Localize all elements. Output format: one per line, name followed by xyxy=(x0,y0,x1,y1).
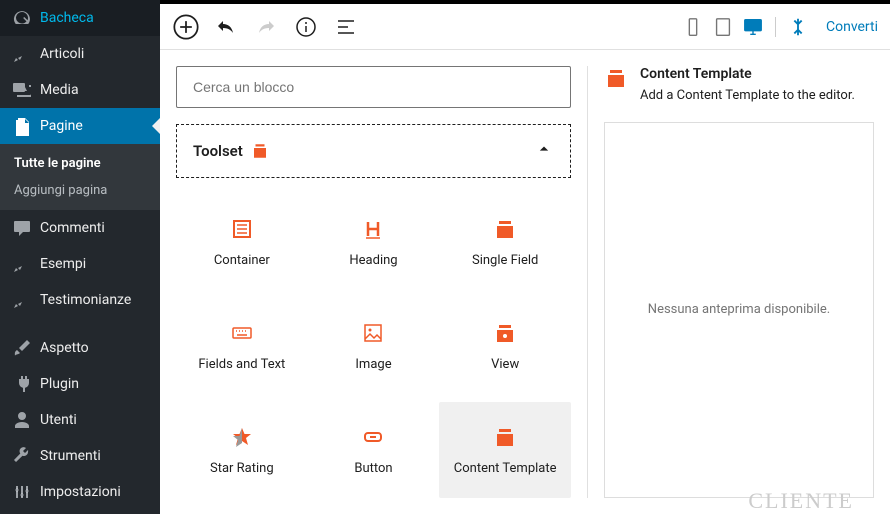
sidebar-label: Articoli xyxy=(40,46,84,62)
container-icon xyxy=(230,217,254,241)
tablet-view-button[interactable] xyxy=(709,13,737,41)
sidebar-label: Esempi xyxy=(40,256,86,272)
editor-toolbar: Converti xyxy=(160,4,890,50)
sidebar-item-posts[interactable]: Articoli xyxy=(0,36,160,72)
info-button[interactable] xyxy=(288,9,324,45)
content-template-icon xyxy=(604,66,628,106)
block-detail-description: Add a Content Template to the editor. xyxy=(640,86,855,106)
sidebar-label: Aspetto xyxy=(40,340,89,356)
blocks-grid: Container Heading Single Field Fields an… xyxy=(176,194,571,498)
pin-icon xyxy=(12,290,32,310)
chevron-up-icon xyxy=(534,139,554,163)
sidebar-label: Pagine xyxy=(40,118,83,134)
sidebar-item-comments[interactable]: Commenti xyxy=(0,210,160,246)
single-field-icon xyxy=(493,217,517,241)
sliders-icon xyxy=(12,482,32,502)
admin-sidebar: Bacheca Articoli Media Pagine Tutte le p… xyxy=(0,0,160,514)
vertical-divider xyxy=(587,66,588,498)
image-icon xyxy=(361,321,385,345)
sidebar-submenu-pages: Tutte le pagine Aggiungi pagina xyxy=(0,144,160,210)
main-area: Converti Toolset Container xyxy=(160,0,890,514)
sidebar-item-examples[interactable]: Esempi xyxy=(0,246,160,282)
sidebar-item-dashboard[interactable]: Bacheca xyxy=(0,0,160,36)
user-icon xyxy=(12,410,32,430)
pin-icon xyxy=(12,44,32,64)
desktop-view-button[interactable] xyxy=(739,13,767,41)
sidebar-label: Bacheca xyxy=(40,10,94,26)
view-icon xyxy=(493,321,517,345)
page-icon xyxy=(12,116,32,136)
category-toolset-header[interactable]: Toolset xyxy=(176,124,571,178)
block-label: Fields and Text xyxy=(198,357,285,372)
sidebar-item-tools[interactable]: Strumenti xyxy=(0,438,160,474)
block-image[interactable]: Image xyxy=(308,298,440,394)
search-block-input[interactable] xyxy=(176,66,571,108)
sidebar-item-settings[interactable]: Impostazioni xyxy=(0,474,160,510)
submenu-all-pages[interactable]: Tutte le pagine xyxy=(0,150,160,177)
block-heading[interactable]: Heading xyxy=(308,194,440,290)
star-icon xyxy=(230,425,254,449)
block-single-field[interactable]: Single Field xyxy=(439,194,571,290)
block-detail-panel: Content Template Add a Content Template … xyxy=(604,66,874,498)
sidebar-item-plugins[interactable]: Plugin xyxy=(0,366,160,402)
media-icon xyxy=(12,80,32,100)
block-label: Heading xyxy=(349,253,397,268)
wrench-icon xyxy=(12,446,32,466)
button-icon xyxy=(361,425,385,449)
sidebar-item-users[interactable]: Utenti xyxy=(0,402,160,438)
sidebar-label: Media xyxy=(40,82,79,98)
heading-icon xyxy=(361,217,385,241)
content-template-icon xyxy=(493,425,517,449)
block-label: Button xyxy=(354,461,392,476)
keyboard-icon xyxy=(230,321,254,345)
no-preview-text: Nessuna anteprima disponibile. xyxy=(648,302,830,317)
pin-icon xyxy=(12,254,32,274)
background-content: CLIENTE xyxy=(356,488,874,514)
dashboard-icon xyxy=(12,8,32,28)
add-block-button[interactable] xyxy=(168,9,204,45)
block-content-template[interactable]: Content Template xyxy=(439,402,571,498)
cliente-heading: CLIENTE xyxy=(748,488,854,514)
mobile-view-button[interactable] xyxy=(679,13,707,41)
convert-link[interactable]: Converti xyxy=(826,19,878,35)
submenu-add-page[interactable]: Aggiungi pagina xyxy=(0,177,160,204)
toolset-icon xyxy=(251,142,269,160)
sidebar-item-testimonials[interactable]: Testimonianze xyxy=(0,282,160,318)
block-label: Image xyxy=(355,357,391,372)
block-preview: Nessuna anteprima disponibile. xyxy=(604,122,874,499)
redo-button[interactable] xyxy=(248,9,284,45)
category-title: Toolset xyxy=(193,142,243,160)
block-inserter-panel: Toolset Container Heading Sin xyxy=(160,50,890,514)
sidebar-item-appearance[interactable]: Aspetto xyxy=(0,330,160,366)
undo-button[interactable] xyxy=(208,9,244,45)
separator xyxy=(775,17,776,37)
sidebar-item-media[interactable]: Media xyxy=(0,72,160,108)
block-star-rating[interactable]: Star Rating xyxy=(176,402,308,498)
sidebar-label: Utenti xyxy=(40,412,77,428)
block-container[interactable]: Container xyxy=(176,194,308,290)
comment-icon xyxy=(12,218,32,238)
sidebar-label: Commenti xyxy=(40,220,105,236)
plug-icon xyxy=(12,374,32,394)
block-label: Content Template xyxy=(454,461,557,476)
sidebar-label: Plugin xyxy=(40,376,79,392)
block-detail-title: Content Template xyxy=(640,66,855,82)
block-label: Single Field xyxy=(472,253,538,268)
sidebar-item-pages[interactable]: Pagine xyxy=(0,108,160,144)
block-fields-text[interactable]: Fields and Text xyxy=(176,298,308,394)
sidebar-label: Testimonianze xyxy=(40,292,131,308)
block-view[interactable]: View xyxy=(439,298,571,394)
brush-icon xyxy=(12,338,32,358)
block-label: Star Rating xyxy=(210,461,274,476)
collapse-button[interactable] xyxy=(784,13,812,41)
block-label: View xyxy=(491,357,519,372)
outline-button[interactable] xyxy=(328,9,364,45)
block-label: Container xyxy=(214,253,270,268)
sidebar-label: Impostazioni xyxy=(40,484,121,500)
sidebar-label: Strumenti xyxy=(40,448,101,464)
block-button[interactable]: Button xyxy=(308,402,440,498)
